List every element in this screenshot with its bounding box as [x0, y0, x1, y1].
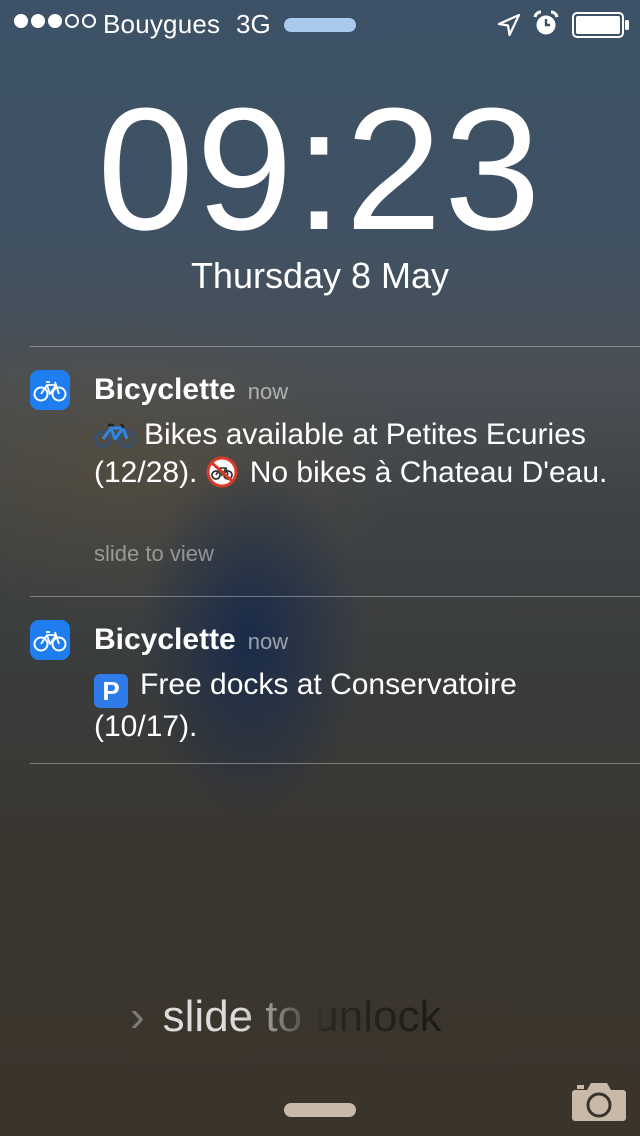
- camera-icon[interactable]: [571, 1078, 627, 1122]
- lock-screen-date: Thursday 8 May: [190, 255, 450, 296]
- notification-time: now: [247, 629, 289, 654]
- app-name-text: Bicyclette: [94, 623, 236, 656]
- parking-emoji: P: [94, 674, 128, 708]
- divider: [30, 763, 640, 764]
- chevron-right-icon: ›: [130, 992, 145, 1041]
- location-arrow-icon: [497, 13, 521, 37]
- signal-dot: [48, 14, 62, 28]
- alarm-clock-icon: [533, 10, 559, 35]
- signal-dot: [65, 14, 79, 28]
- status-bar: Bouygues 3G: [0, 0, 640, 48]
- divider: [30, 346, 640, 347]
- slide-to-unlock-label: slide to unlock: [162, 992, 442, 1041]
- bicycle-icon: [30, 370, 70, 410]
- network-type: 3G: [236, 9, 271, 39]
- slide-to-view-hint: slide to view: [94, 541, 214, 566]
- message-text-1: Free docks at Conservatoire (10/17).: [94, 668, 517, 743]
- battery-icon: [572, 12, 629, 38]
- network-activity-bar: [284, 18, 356, 32]
- bike-emoji: [94, 423, 136, 448]
- notification-message: Bikes available at Petites Ecuries (12/2…: [94, 416, 614, 492]
- app-name-text: Bicyclette: [94, 373, 236, 406]
- notification-message: P Free docks at Conservatoire (10/17).: [94, 666, 614, 746]
- divider: [30, 596, 640, 597]
- notification-app-name: Bicyclette now: [94, 373, 288, 407]
- message-text-2: No bikes à Chateau D'eau.: [249, 456, 608, 489]
- signal-dot: [31, 14, 45, 28]
- slide-to-unlock[interactable]: › slide to unlock: [130, 992, 441, 1042]
- no-bicycles-emoji: [206, 456, 238, 488]
- signal-dot: [14, 14, 28, 28]
- bicycle-icon: [30, 620, 70, 660]
- signal-dot: [82, 14, 96, 28]
- notification-time: now: [247, 379, 289, 404]
- notification-app-name: Bicyclette now: [94, 623, 288, 657]
- signal-strength-indicator: [14, 14, 96, 28]
- control-center-grabber[interactable]: [284, 1103, 356, 1117]
- carrier-name: Bouygues: [103, 9, 221, 39]
- lock-screen-clock: 09:23: [97, 71, 543, 266]
